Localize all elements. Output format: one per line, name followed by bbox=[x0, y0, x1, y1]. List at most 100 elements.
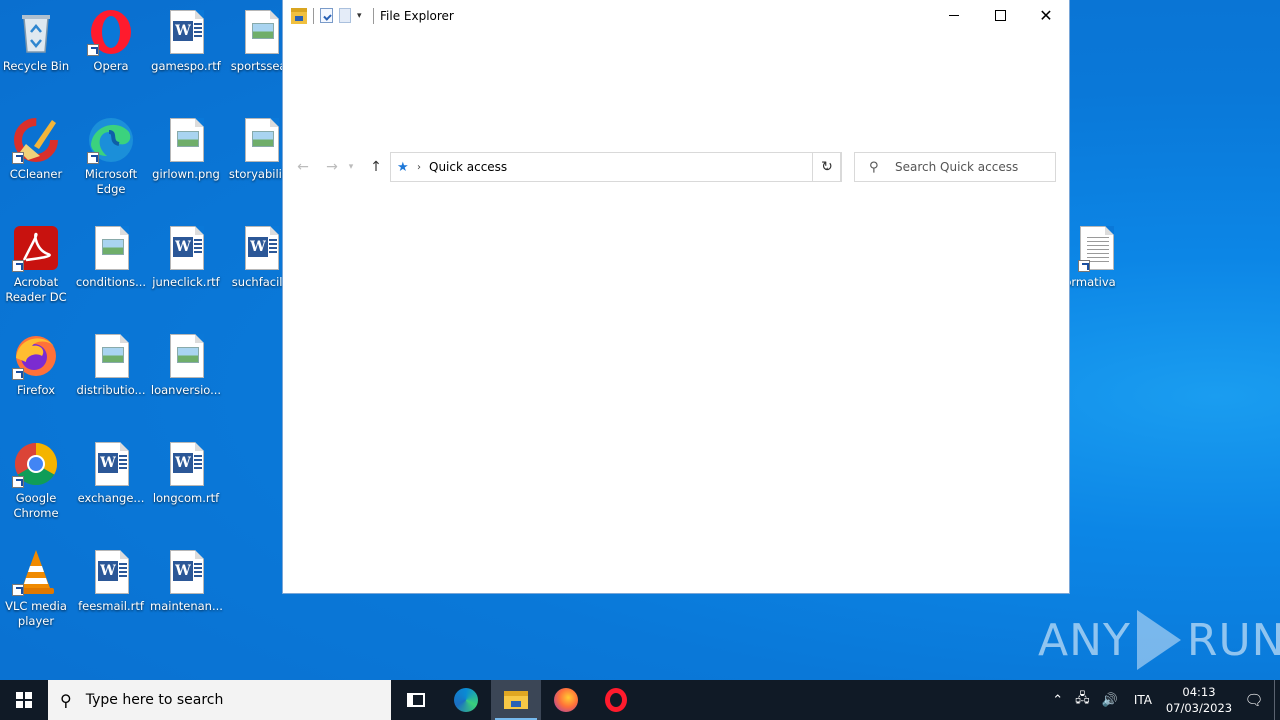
taskbar-search-box[interactable]: ⚲ Type here to search bbox=[48, 680, 391, 720]
taskbar-firefox[interactable] bbox=[541, 680, 591, 720]
desktop-icon-file[interactable]: conditions... bbox=[73, 224, 149, 290]
window-title: File Explorer bbox=[380, 8, 454, 23]
desktop-icon-label: longcom.rtf bbox=[152, 491, 220, 505]
image-file-icon bbox=[162, 332, 210, 380]
taskbar-opera[interactable] bbox=[591, 680, 641, 720]
desktop-icon-chrome[interactable]: Google Chrome bbox=[0, 440, 74, 521]
show-desktop-button[interactable] bbox=[1274, 680, 1280, 720]
desktop-icon-firefox[interactable]: Firefox bbox=[0, 332, 74, 398]
desktop-icon-file[interactable]: W longcom.rtf bbox=[148, 440, 224, 506]
search-icon: ⚲ bbox=[60, 690, 72, 710]
chrome-icon bbox=[12, 440, 60, 488]
anyrun-watermark: ANY RUN bbox=[1038, 610, 1280, 670]
file-explorer-window[interactable]: ▾ File Explorer ✕ ← → ▾ ↑ ★ › Quick acce… bbox=[283, 0, 1069, 593]
maximize-button[interactable] bbox=[977, 0, 1023, 31]
customize-toolbar-chevron-icon[interactable]: ▾ bbox=[357, 8, 367, 24]
opera-icon bbox=[87, 8, 135, 56]
desktop-icon-vlc[interactable]: VLC media player bbox=[0, 548, 74, 629]
back-arrow-icon[interactable]: ← bbox=[292, 152, 314, 182]
desktop-icon-label: Firefox bbox=[16, 383, 56, 397]
input-language[interactable]: ITA bbox=[1134, 693, 1152, 707]
address-bar[interactable]: ★ › Quick access ⌄ bbox=[390, 152, 841, 182]
desktop-icon-label: gamespo.rtf bbox=[151, 59, 221, 73]
taskbar-search-placeholder: Type here to search bbox=[85, 692, 224, 708]
desktop-icon-file[interactable]: loanversio... bbox=[148, 332, 224, 398]
image-file-icon bbox=[237, 8, 285, 56]
desktop-icon-recycle-bin[interactable]: Recycle Bin bbox=[0, 8, 74, 74]
refresh-button[interactable]: ↻ bbox=[812, 152, 842, 182]
search-box[interactable]: ⚲ Search Quick access bbox=[854, 152, 1056, 182]
taskbar-file-explorer[interactable] bbox=[491, 680, 541, 720]
desktop-icon-file[interactable]: W feesmail.rtf bbox=[73, 548, 149, 614]
shortcut-arrow-icon bbox=[1078, 260, 1090, 272]
shortcut-arrow-icon bbox=[12, 260, 24, 272]
play-icon bbox=[1136, 610, 1181, 670]
word-document-icon: W bbox=[87, 548, 135, 596]
taskbar-edge[interactable] bbox=[441, 680, 491, 720]
start-button[interactable] bbox=[0, 680, 48, 720]
desktop-icon-file[interactable]: distributio... bbox=[73, 332, 149, 398]
shortcut-arrow-icon bbox=[12, 152, 24, 164]
recent-locations-chevron-icon[interactable]: ▾ bbox=[345, 152, 357, 182]
explorer-folder-icon bbox=[291, 7, 307, 24]
word-document-icon: W bbox=[237, 224, 285, 272]
edge-icon bbox=[87, 116, 135, 164]
image-file-icon bbox=[87, 224, 135, 272]
windows-logo-icon bbox=[16, 692, 32, 708]
notification-center-icon[interactable]: 🗨 bbox=[1234, 691, 1274, 709]
breadcrumb-chevron-icon[interactable]: › bbox=[417, 162, 421, 173]
desktop-icon-file[interactable]: girlown.png bbox=[148, 116, 224, 182]
desktop-icon-label: feesmail.rtf bbox=[78, 599, 144, 613]
acrobat-icon bbox=[12, 224, 60, 272]
watermark-left-text: ANY bbox=[1038, 614, 1131, 666]
desktop-icon-label: juneclick.rtf bbox=[152, 275, 220, 289]
minimize-button[interactable] bbox=[931, 0, 977, 31]
desktop-icon-ccleaner[interactable]: CCleaner bbox=[0, 116, 74, 182]
desktop-icon-label: Microsoft Edge bbox=[84, 167, 138, 196]
network-icon[interactable]: 🖧 bbox=[1075, 689, 1090, 711]
desktop-icon-label: Google Chrome bbox=[13, 491, 59, 520]
text-file-icon bbox=[1066, 224, 1114, 272]
show-hidden-icons-chevron-icon[interactable]: ⌃ bbox=[1052, 693, 1063, 708]
desktop-icon-label: maintenan... bbox=[150, 599, 223, 613]
task-view-button[interactable] bbox=[391, 680, 441, 720]
desktop-icon-edge[interactable]: Microsoft Edge bbox=[73, 116, 149, 197]
clock[interactable]: 04:13 07/03/2023 bbox=[1164, 684, 1234, 716]
close-button[interactable]: ✕ bbox=[1023, 0, 1069, 31]
toolbar-separator bbox=[373, 7, 374, 24]
forward-arrow-icon[interactable]: → bbox=[321, 152, 343, 182]
ccleaner-icon bbox=[12, 116, 60, 164]
new-folder-icon[interactable] bbox=[339, 8, 351, 23]
desktop-icon-label: distributio... bbox=[76, 383, 146, 397]
refresh-icon: ↻ bbox=[821, 159, 833, 175]
desktop-icon-acrobat[interactable]: Acrobat Reader DC bbox=[0, 224, 74, 305]
up-arrow-icon[interactable]: ↑ bbox=[365, 152, 387, 182]
shortcut-arrow-icon bbox=[12, 476, 24, 488]
quick-access-toolbar: ▾ bbox=[291, 7, 380, 24]
properties-icon[interactable] bbox=[320, 8, 333, 23]
image-file-icon bbox=[87, 332, 135, 380]
breadcrumb-quick-access[interactable]: Quick access bbox=[429, 160, 507, 174]
desktop-icon-label: Opera bbox=[93, 59, 129, 73]
word-document-icon: W bbox=[162, 440, 210, 488]
volume-icon[interactable]: 🔊 bbox=[1102, 693, 1118, 708]
desktop-icon-file[interactable]: W juneclick.rtf bbox=[148, 224, 224, 290]
word-document-icon: W bbox=[162, 8, 210, 56]
title-bar[interactable]: ▾ File Explorer ✕ bbox=[283, 0, 1069, 31]
desktop-icon-file[interactable]: W exchange... bbox=[73, 440, 149, 506]
desktop-icon-label: conditions... bbox=[75, 275, 147, 289]
search-placeholder: Search Quick access bbox=[895, 160, 1019, 174]
word-document-icon: W bbox=[162, 548, 210, 596]
watermark-right-text: RUN bbox=[1186, 614, 1280, 666]
opera-icon bbox=[605, 688, 627, 712]
image-file-icon bbox=[237, 116, 285, 164]
desktop-icon-file[interactable]: W gamespo.rtf bbox=[148, 8, 224, 74]
desktop-icon-file[interactable]: W maintenan... bbox=[148, 548, 224, 614]
firefox-icon bbox=[554, 688, 578, 712]
edge-icon bbox=[454, 688, 478, 712]
word-document-icon: W bbox=[87, 440, 135, 488]
clock-date: 07/03/2023 bbox=[1165, 701, 1233, 715]
desktop-icon-opera[interactable]: Opera bbox=[73, 8, 149, 74]
task-view-icon bbox=[407, 693, 425, 707]
desktop-icon-label: loanversio... bbox=[150, 383, 222, 397]
